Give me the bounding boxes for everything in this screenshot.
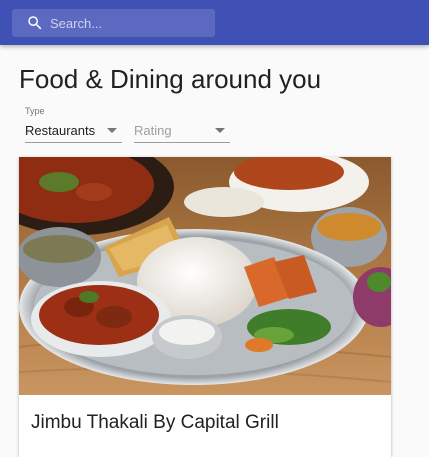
app-bar	[0, 0, 429, 45]
search-box[interactable]	[12, 9, 215, 37]
search-input[interactable]	[50, 9, 210, 37]
arrow-drop-down-icon	[215, 128, 225, 133]
restaurant-card-image[interactable]	[19, 157, 391, 395]
search-icon	[28, 16, 42, 30]
type-select[interactable]: Type Restaurants	[25, 104, 122, 144]
arrow-drop-down-icon	[107, 128, 117, 133]
restaurant-card-title[interactable]: Jimbu Thakali By Capital Grill	[31, 412, 279, 434]
restaurant-card[interactable]: Jimbu Thakali By Capital Grill	[19, 157, 391, 457]
type-select-value: Restaurants	[25, 123, 96, 138]
rating-select-placeholder: Rating	[134, 123, 172, 138]
rating-select-underline	[134, 142, 230, 143]
rating-select[interactable]: Rating	[134, 104, 230, 144]
type-select-underline	[25, 142, 122, 143]
page-title: Food & Dining around you	[19, 64, 322, 94]
type-select-label: Type	[25, 106, 45, 116]
